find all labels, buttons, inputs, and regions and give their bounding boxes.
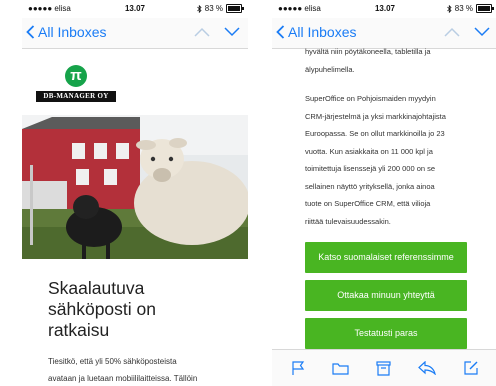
email-headline: Skaalautuva sähköposti on ratkaisu	[22, 259, 248, 341]
back-button[interactable]: All Inboxes	[276, 24, 356, 40]
text-line: tuote on SuperOffice CRM, että vilioja	[305, 199, 431, 208]
text-line: SuperOffice on Pohjoismaiden myydyin	[305, 94, 436, 103]
battery-percent: 83 %	[204, 4, 223, 13]
text-line: älypuhelimella.	[305, 64, 355, 74]
text-line: sellainen näyttö yrityksellä, jonka aino…	[305, 181, 435, 191]
logo-company-name: DB-MANAGER OY	[36, 91, 116, 102]
company-logo: π DB-MANAGER OY	[22, 49, 248, 115]
text-line: toimitettuja lisenssejä yli 200 000 on s…	[305, 164, 436, 173]
text-line: riittää tulevaisuudessakin.	[305, 216, 391, 226]
previous-message-icon[interactable]	[194, 27, 210, 37]
archive-icon[interactable]	[376, 360, 391, 376]
back-button[interactable]: All Inboxes	[26, 24, 106, 40]
folder-icon[interactable]	[332, 361, 349, 375]
status-bar: ●●●●● elisa 13.07 83 %	[22, 0, 248, 18]
battery-percent: 83 %	[454, 4, 473, 13]
status-bar: ●●●●● elisa 13.07 83 %	[272, 0, 496, 18]
email-content: hyvältä niin pöytäkoneella, tabletilla j…	[272, 47, 496, 356]
back-button-label: All Inboxes	[38, 24, 107, 40]
text-line: hyvältä niin pöytäkoneella, tabletilla j…	[305, 47, 431, 56]
flag-icon[interactable]	[291, 360, 305, 376]
logo-pi-symbol: π	[65, 65, 87, 87]
text-line: Euroopassa. Se on ollut markkinoilla jo …	[305, 129, 445, 138]
mail-toolbar	[272, 349, 496, 386]
headline-line: ratkaisu	[48, 320, 110, 340]
contact-me-button[interactable]: Ottakaa minuun yhteyttä	[305, 280, 467, 311]
body-line: avataan ja luetaan mobiililaitteissa. Tä…	[48, 374, 198, 383]
email-body-text: Tiesitkö, että yli 50% sähköposteista av…	[22, 341, 248, 386]
back-button-label: All Inboxes	[288, 24, 357, 40]
body-line: Tiesitkö, että yli 50% sähköposteista	[48, 357, 177, 366]
email-content: π DB-MANAGER OY Skaalautuva sähköposti o…	[22, 49, 248, 386]
headline-line: Skaalautuva	[48, 278, 145, 298]
text-line: CRM-järjestelmä ja yksi markkinajohtajis…	[305, 111, 446, 121]
next-message-icon[interactable]	[224, 27, 240, 37]
paragraph-1: hyvältä niin pöytäkoneella, tabletilla j…	[305, 43, 467, 78]
cta-buttons: Katso suomalaiset referenssimme Ottakaa …	[305, 242, 467, 349]
mail-nav-bar: All Inboxes	[22, 18, 248, 49]
chevron-left-icon	[276, 25, 285, 39]
previous-message-icon[interactable]	[444, 27, 460, 37]
references-button[interactable]: Katso suomalaiset referenssimme	[305, 242, 467, 273]
hero-image-sheep	[22, 115, 248, 259]
headline-line: sähköposti on	[48, 299, 156, 319]
battery-icon	[226, 4, 244, 13]
bluetooth-icon	[446, 4, 452, 13]
sheep-photo	[22, 115, 248, 259]
compose-icon[interactable]	[463, 360, 479, 376]
paragraph-2: SuperOffice on Pohjoismaiden myydyin CRM…	[305, 90, 467, 230]
text-line: vuotta. Kun asiakkaita on 11 000 kpl ja	[305, 146, 433, 156]
reply-icon[interactable]	[417, 361, 436, 375]
tested-best-button[interactable]: Testatusti paras	[305, 318, 467, 349]
right-phone-screen: ●●●●● elisa 13.07 83 % All Inboxes hyväl…	[272, 0, 496, 386]
left-phone-screen: ●●●●● elisa 13.07 83 % All Inboxes π DB-…	[22, 0, 248, 386]
bluetooth-icon	[196, 4, 202, 13]
next-message-icon[interactable]	[474, 27, 490, 37]
battery-icon	[476, 4, 494, 13]
chevron-left-icon	[26, 25, 35, 39]
